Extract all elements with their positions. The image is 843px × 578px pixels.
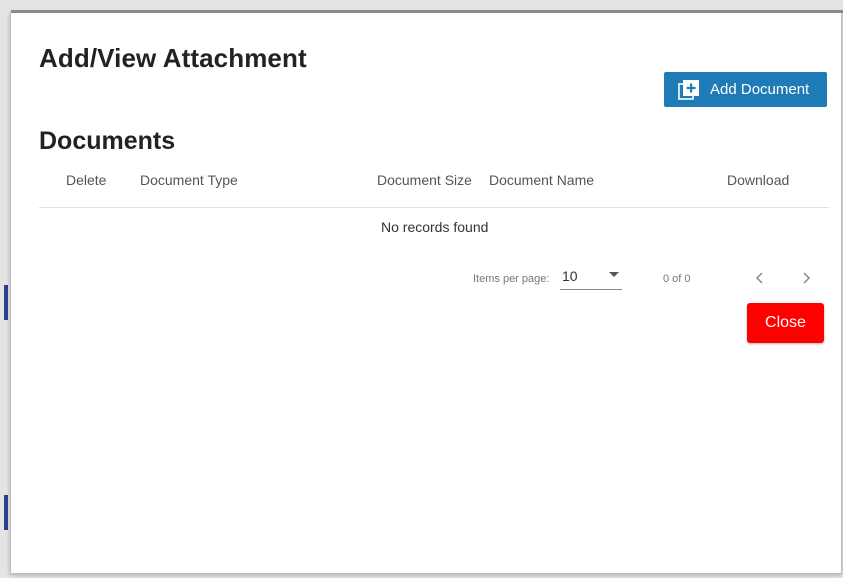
add-document-label: Add Document xyxy=(710,81,810,98)
chevron-right-icon xyxy=(803,272,811,284)
column-header-document-type: Document Type xyxy=(140,172,238,188)
previous-page-button[interactable] xyxy=(748,266,772,290)
paginator: Items per page: 10 0 of 0 xyxy=(473,265,833,295)
add-box-icon xyxy=(678,79,700,101)
column-header-download: Download xyxy=(727,172,790,188)
column-header-document-size: Document Size xyxy=(377,172,472,188)
items-per-page-value: 10 xyxy=(562,268,578,284)
caret-down-icon xyxy=(609,272,619,277)
add-document-button[interactable]: Add Document xyxy=(664,72,827,107)
background-edge-marker xyxy=(4,285,8,320)
empty-table-message: No records found xyxy=(381,219,489,235)
documents-section-title: Documents xyxy=(39,127,176,155)
items-per-page-select[interactable]: 10 xyxy=(560,265,622,290)
page-range-label: 0 of 0 xyxy=(663,273,691,285)
column-header-document-name: Document Name xyxy=(489,172,595,188)
documents-table-header: Delete Document Type Document Size Docum… xyxy=(39,167,829,208)
items-per-page-label: Items per page: xyxy=(473,273,550,285)
dialog-top-border xyxy=(11,10,843,13)
background-edge-marker xyxy=(4,495,8,530)
column-header-delete: Delete xyxy=(66,172,107,188)
close-button[interactable]: Close xyxy=(747,303,824,343)
chevron-left-icon xyxy=(755,272,763,284)
attachment-dialog: Add/View Attachment Add Document Documen… xyxy=(10,10,843,574)
dialog-title: Add/View Attachment xyxy=(39,43,307,73)
next-page-button[interactable] xyxy=(794,266,818,290)
